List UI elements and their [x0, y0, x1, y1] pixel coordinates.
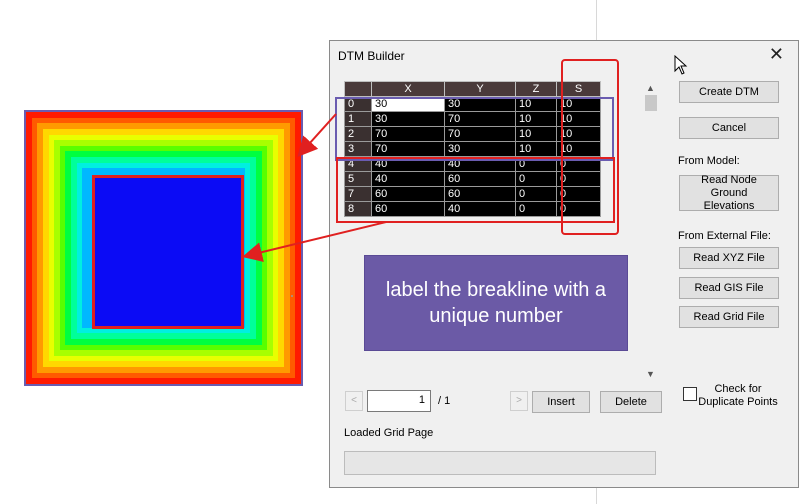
stray-dot [291, 295, 293, 297]
s-column-highlight [561, 59, 619, 235]
annotation-overlay [242, 59, 619, 297]
breakline-rows-highlight [335, 97, 614, 161]
arrow-to-outer-edge [297, 113, 337, 157]
arrow-to-inner-rect [242, 221, 387, 262]
interior-rows-highlight [336, 157, 615, 223]
